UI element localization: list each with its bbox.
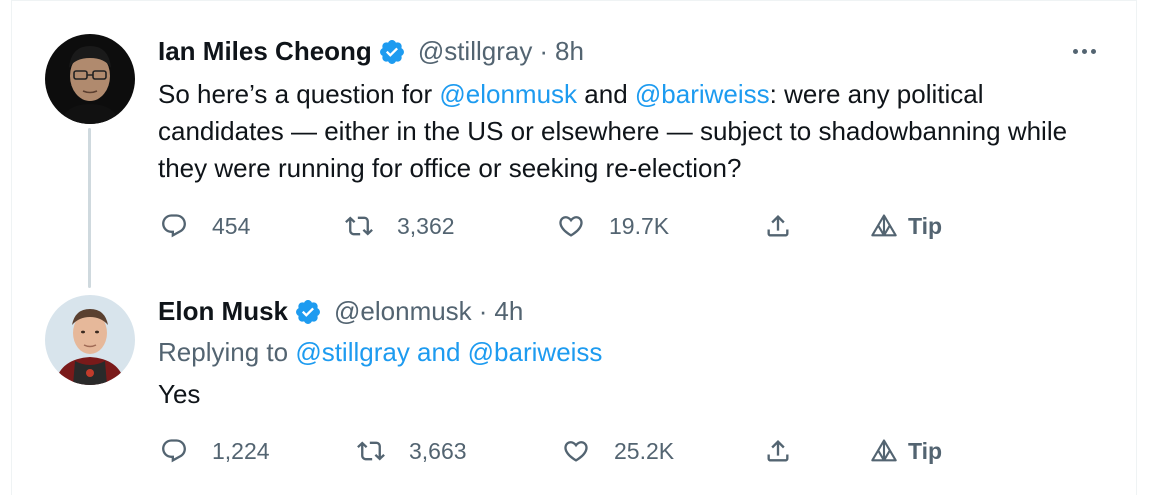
tweet-elon-musk[interactable]: Elon Musk @elonmusk · 4h Replying to @st… — [0, 285, 1164, 495]
tip-label: Tip — [908, 212, 943, 239]
tweet-text-segment: So here’s a question for — [158, 79, 440, 109]
like-button[interactable]: 19.7K — [557, 212, 669, 240]
share-button[interactable] — [764, 437, 792, 465]
tip-button[interactable]: Tip — [870, 437, 942, 465]
share-icon — [767, 215, 789, 237]
separator-dot: · — [539, 36, 549, 66]
like-count: 25.2K — [614, 437, 675, 464]
retweet-count: 3,362 — [397, 212, 455, 239]
replying-to-prefix: Replying to — [158, 337, 296, 367]
tip-icon — [871, 439, 897, 462]
separator-dot: · — [478, 296, 488, 326]
retweet-count: 3,663 — [409, 437, 467, 464]
tip-label: Tip — [908, 437, 943, 464]
tweet-text-segment: and — [577, 79, 635, 109]
like-button[interactable]: 25.2K — [562, 437, 674, 465]
reply-icon — [162, 439, 186, 463]
reply-count: 454 — [212, 212, 251, 239]
timestamp[interactable]: 8h — [555, 36, 584, 67]
mention-bariweiss[interactable]: @bariweiss — [635, 79, 770, 109]
user-handle[interactable]: @stillgray — [418, 36, 533, 67]
like-icon — [559, 216, 583, 237]
avatar-elon-musk[interactable] — [45, 295, 135, 385]
like-count: 19.7K — [609, 212, 670, 239]
retweet-button[interactable]: 3,362 — [345, 212, 455, 240]
like-icon — [564, 441, 588, 462]
verified-badge-icon — [296, 299, 320, 324]
share-button[interactable] — [764, 212, 792, 240]
retweet-icon — [345, 216, 373, 236]
retweet-icon — [357, 441, 385, 461]
user-handle[interactable]: @elonmusk — [334, 296, 472, 327]
reply-button[interactable]: 454 — [160, 212, 250, 240]
tip-icon — [871, 214, 897, 237]
avatar-ian-miles-cheong[interactable] — [45, 34, 135, 124]
tweet-ian-miles-cheong[interactable]: Ian Miles Cheong @stillgray · 8h So here… — [0, 0, 1164, 285]
verified-badge-icon — [379, 39, 404, 64]
timestamp[interactable]: 4h — [494, 296, 523, 327]
reply-count: 1,224 — [212, 437, 270, 464]
tip-button[interactable]: Tip — [870, 212, 942, 240]
tweet-text: Yes — [158, 379, 201, 409]
tweet-header: Elon Musk @elonmusk · 4h — [158, 296, 523, 327]
display-name[interactable]: Elon Musk — [158, 296, 288, 327]
tweet-actions: 454 3,362 19.7K Tip — [0, 212, 1164, 252]
mention-elonmusk[interactable]: @elonmusk — [439, 79, 577, 109]
replying-to-users[interactable]: @stillgray and @bariweiss — [295, 337, 602, 367]
tweet-header: Ian Miles Cheong @stillgray · 8h — [158, 36, 584, 67]
replying-to: Replying to @stillgray and @bariweiss — [158, 337, 602, 368]
tweet-actions: 1,224 3,663 25.2K Tip — [0, 437, 1164, 477]
reply-button[interactable]: 1,224 — [160, 437, 270, 465]
retweet-button[interactable]: 3,663 — [357, 437, 467, 465]
share-icon — [767, 440, 789, 462]
display-name[interactable]: Ian Miles Cheong — [158, 36, 372, 67]
more-icon[interactable] — [1073, 49, 1096, 54]
reply-icon — [162, 214, 186, 238]
tweet-text: So here’s a question for @elonmusk and @… — [158, 76, 1108, 187]
